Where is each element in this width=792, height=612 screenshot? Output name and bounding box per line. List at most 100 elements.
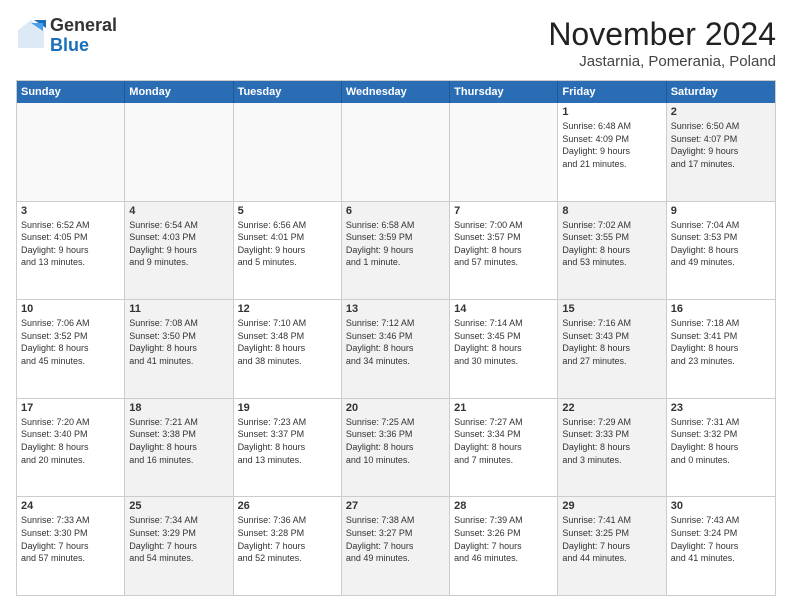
day-cell-8: 8 Sunrise: 7:02 AM Sunset: 3:55 PM Daylig… [558,202,666,300]
month-title: November 2024 [548,16,776,53]
day-cell-9: 9 Sunrise: 7:04 AM Sunset: 3:53 PM Daylig… [667,202,775,300]
day-cell-18: 18Sunrise: 7:21 AM Sunset: 3:38 PM Dayli… [125,399,233,497]
day-info: Sunrise: 7:39 AM Sunset: 3:26 PM Dayligh… [454,514,553,564]
day-info: Sunrise: 6:50 AM Sunset: 4:07 PM Dayligh… [671,120,771,170]
day-number: 7 [454,205,553,217]
day-cell-27: 27 Sunrise: 7:38 AM Sunset: 3:27 PM Dayli… [342,497,450,595]
header-cell-monday: Monday [125,81,233,103]
day-info: Sunrise: 6:48 AM Sunset: 4:09 PM Dayligh… [562,120,661,170]
day-cell-20: 20 Sunrise: 7:25 AM Sunset: 3:36 PM Dayli… [342,399,450,497]
header-cell-wednesday: Wednesday [342,81,450,103]
title-block: November 2024 Jastarnia, Pomerania, Pola… [548,16,776,70]
location-title: Jastarnia, Pomerania, Poland [548,53,776,70]
calendar: SundayMondayTuesdayWednesdayThursdayFrid… [16,80,776,596]
empty-cell-0-1 [125,103,233,201]
day-cell-15: 15 Sunrise: 7:16 AM Sunset: 3:43 PM Dayli… [558,300,666,398]
day-info: Sunrise: 7:14 AM Sunset: 3:45 PM Dayligh… [454,317,553,367]
logo-text: General Blue [50,16,117,56]
day-info: Sunrise: 7:27 AM Sunset: 3:34 PM Dayligh… [454,416,553,466]
day-cell-5: 5 Sunrise: 6:56 AM Sunset: 4:01 PM Daylig… [234,202,342,300]
calendar-header: SundayMondayTuesdayWednesdayThursdayFrid… [17,81,775,103]
logo-icon [16,18,46,53]
day-info: Sunrise: 7:18 AM Sunset: 3:41 PM Dayligh… [671,317,771,367]
header-cell-thursday: Thursday [450,81,558,103]
day-info: Sunrise: 7:00 AM Sunset: 3:57 PM Dayligh… [454,219,553,269]
day-info: Sunrise: 7:04 AM Sunset: 3:53 PM Dayligh… [671,219,771,269]
day-info: Sunrise: 7:12 AM Sunset: 3:46 PM Dayligh… [346,317,445,367]
day-number: 4 [129,205,228,217]
calendar-body: 1 Sunrise: 6:48 AM Sunset: 4:09 PM Daylig… [17,103,775,595]
logo: General Blue [16,16,117,56]
day-number: 2 [671,106,771,118]
day-number: 23 [671,402,771,414]
day-number: 22 [562,402,661,414]
day-info: Sunrise: 7:16 AM Sunset: 3:43 PM Dayligh… [562,317,661,367]
day-cell-16: 16 Sunrise: 7:18 AM Sunset: 3:41 PM Dayli… [667,300,775,398]
day-cell-10: 10Sunrise: 7:06 AM Sunset: 3:52 PM Dayli… [17,300,125,398]
day-info: Sunrise: 7:29 AM Sunset: 3:33 PM Dayligh… [562,416,661,466]
day-cell-6: 6 Sunrise: 6:58 AM Sunset: 3:59 PM Daylig… [342,202,450,300]
day-cell-19: 19 Sunrise: 7:23 AM Sunset: 3:37 PM Dayli… [234,399,342,497]
day-info: Sunrise: 7:10 AM Sunset: 3:48 PM Dayligh… [238,317,337,367]
calendar-row-1: 3Sunrise: 6:52 AM Sunset: 4:05 PM Daylig… [17,202,775,301]
empty-cell-0-4 [450,103,558,201]
day-cell-2: 2 Sunrise: 6:50 AM Sunset: 4:07 PM Daylig… [667,103,775,201]
day-number: 6 [346,205,445,217]
day-info: Sunrise: 7:34 AM Sunset: 3:29 PM Dayligh… [129,514,228,564]
day-info: Sunrise: 6:58 AM Sunset: 3:59 PM Dayligh… [346,219,445,269]
day-cell-26: 26Sunrise: 7:36 AM Sunset: 3:28 PM Dayli… [234,497,342,595]
day-cell-11: 11Sunrise: 7:08 AM Sunset: 3:50 PM Dayli… [125,300,233,398]
day-number: 28 [454,500,553,512]
day-cell-14: 14Sunrise: 7:14 AM Sunset: 3:45 PM Dayli… [450,300,558,398]
day-info: Sunrise: 7:23 AM Sunset: 3:37 PM Dayligh… [238,416,337,466]
day-info: Sunrise: 7:20 AM Sunset: 3:40 PM Dayligh… [21,416,120,466]
day-info: Sunrise: 6:56 AM Sunset: 4:01 PM Dayligh… [238,219,337,269]
day-info: Sunrise: 7:43 AM Sunset: 3:24 PM Dayligh… [671,514,771,564]
header-cell-sunday: Sunday [17,81,125,103]
day-number: 16 [671,303,771,315]
day-info: Sunrise: 7:06 AM Sunset: 3:52 PM Dayligh… [21,317,120,367]
day-info: Sunrise: 7:25 AM Sunset: 3:36 PM Dayligh… [346,416,445,466]
empty-cell-0-3 [342,103,450,201]
day-info: Sunrise: 7:02 AM Sunset: 3:55 PM Dayligh… [562,219,661,269]
day-cell-29: 29Sunrise: 7:41 AM Sunset: 3:25 PM Dayli… [558,497,666,595]
day-number: 20 [346,402,445,414]
day-number: 19 [238,402,337,414]
day-cell-3: 3Sunrise: 6:52 AM Sunset: 4:05 PM Daylig… [17,202,125,300]
day-number: 15 [562,303,661,315]
day-number: 25 [129,500,228,512]
empty-cell-0-0 [17,103,125,201]
day-number: 30 [671,500,771,512]
day-number: 11 [129,303,228,315]
calendar-row-4: 24Sunrise: 7:33 AM Sunset: 3:30 PM Dayli… [17,497,775,595]
day-info: Sunrise: 7:41 AM Sunset: 3:25 PM Dayligh… [562,514,661,564]
day-cell-22: 22 Sunrise: 7:29 AM Sunset: 3:33 PM Dayli… [558,399,666,497]
empty-cell-0-2 [234,103,342,201]
logo-blue-text: Blue [50,36,117,56]
day-cell-1: 1 Sunrise: 6:48 AM Sunset: 4:09 PM Daylig… [558,103,666,201]
day-number: 5 [238,205,337,217]
day-cell-24: 24Sunrise: 7:33 AM Sunset: 3:30 PM Dayli… [17,497,125,595]
day-number: 13 [346,303,445,315]
day-cell-21: 21 Sunrise: 7:27 AM Sunset: 3:34 PM Dayli… [450,399,558,497]
header: General Blue November 2024 Jastarnia, Po… [16,16,776,70]
header-cell-friday: Friday [558,81,666,103]
day-number: 18 [129,402,228,414]
day-number: 24 [21,500,120,512]
day-number: 17 [21,402,120,414]
day-number: 1 [562,106,661,118]
day-number: 26 [238,500,337,512]
day-info: Sunrise: 7:31 AM Sunset: 3:32 PM Dayligh… [671,416,771,466]
day-info: Sunrise: 7:38 AM Sunset: 3:27 PM Dayligh… [346,514,445,564]
day-number: 12 [238,303,337,315]
day-number: 8 [562,205,661,217]
day-number: 21 [454,402,553,414]
day-number: 9 [671,205,771,217]
day-number: 27 [346,500,445,512]
header-cell-tuesday: Tuesday [234,81,342,103]
calendar-row-2: 10Sunrise: 7:06 AM Sunset: 3:52 PM Dayli… [17,300,775,399]
day-cell-28: 28 Sunrise: 7:39 AM Sunset: 3:26 PM Dayli… [450,497,558,595]
day-cell-30: 30 Sunrise: 7:43 AM Sunset: 3:24 PM Dayli… [667,497,775,595]
day-number: 3 [21,205,120,217]
day-info: Sunrise: 6:54 AM Sunset: 4:03 PM Dayligh… [129,219,228,269]
